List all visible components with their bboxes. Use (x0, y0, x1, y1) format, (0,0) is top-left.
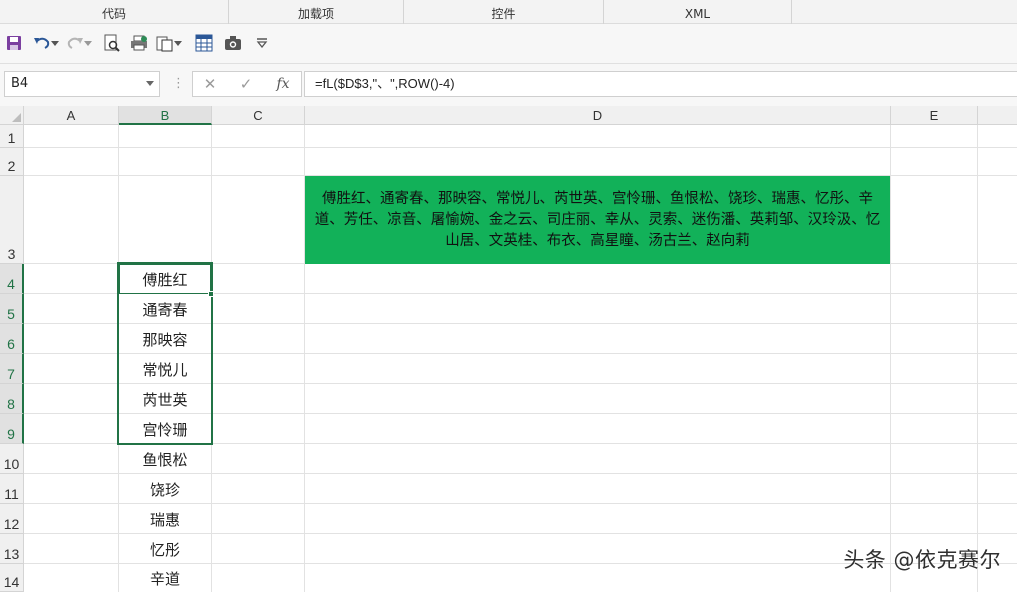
camera-icon[interactable] (222, 32, 244, 54)
cell-d3-text: 傅胜红、通寄春、那映容、常悦儿、芮世英、宫怜珊、鱼恨松、饶珍、瑞惠、忆彤、辛道、… (314, 190, 881, 249)
cell-b7[interactable]: 常悦儿 (119, 354, 211, 384)
redo-dropdown-icon[interactable] (83, 32, 93, 54)
row-header-1[interactable]: 1 (0, 125, 24, 148)
print-icon[interactable] (128, 32, 150, 54)
cell-b11[interactable]: 饶珍 (119, 474, 211, 504)
formula-bar-grip-icon: ⋮ (172, 76, 185, 91)
formula-input[interactable]: =fL($D$3,"、",ROW()-4) (304, 71, 1017, 97)
cell-b10[interactable]: 鱼恨松 (119, 444, 211, 474)
row-header-14[interactable]: 14 (0, 564, 24, 592)
print-preview-icon[interactable] (101, 32, 123, 54)
row-header-6[interactable]: 6 (0, 324, 24, 354)
worksheet-grid[interactable]: A B C D E 1 2 3 4 5 6 7 8 9 10 11 12 13 … (0, 106, 1017, 592)
ribbon-group-addins[interactable]: 加载项 (229, 0, 404, 24)
gridline (24, 147, 1017, 148)
row-header-9[interactable]: 9 (0, 414, 24, 444)
cell-b12[interactable]: 瑞惠 (119, 504, 211, 534)
cell-b6[interactable]: 那映容 (119, 324, 211, 354)
cell-b13[interactable]: 忆彤 (119, 534, 211, 564)
table-icon[interactable] (193, 32, 215, 54)
paste-dropdown-icon[interactable] (173, 32, 183, 54)
row-header-5[interactable]: 5 (0, 294, 24, 324)
cell-d3[interactable]: 傅胜红、通寄春、那映容、常悦儿、芮世英、宫怜珊、鱼恨松、饶珍、瑞惠、忆彤、辛道、… (305, 176, 890, 264)
row-header-2[interactable]: 2 (0, 148, 24, 176)
cell-b5[interactable]: 通寄春 (119, 294, 211, 324)
chevron-down-icon[interactable] (146, 81, 154, 86)
column-header-c[interactable]: C (212, 106, 305, 125)
watermark: 头条 @依克赛尔 (843, 548, 1001, 572)
row-header-8[interactable]: 8 (0, 384, 24, 414)
customize-toolbar-icon[interactable] (251, 32, 273, 54)
cell-b14[interactable]: 辛道 (119, 564, 211, 592)
cell-b9[interactable]: 宫怜珊 (119, 414, 211, 444)
column-header-e[interactable]: E (891, 106, 978, 125)
quick-access-toolbar (0, 24, 1017, 64)
name-box-value: B4 (11, 76, 29, 91)
ribbon-group-xml[interactable]: XML (604, 0, 792, 24)
column-header-a[interactable]: A (24, 106, 119, 125)
column-header-d[interactable]: D (305, 106, 891, 125)
row-header-4[interactable]: 4 (0, 264, 24, 294)
row-header-12[interactable]: 12 (0, 504, 24, 534)
column-header-f[interactable] (978, 106, 1017, 125)
row-header-10[interactable]: 10 (0, 444, 24, 474)
row-header-11[interactable]: 11 (0, 474, 24, 504)
ribbon-group-code[interactable]: 代码 (0, 0, 229, 24)
select-all-corner[interactable] (0, 106, 24, 125)
row-header-7[interactable]: 7 (0, 354, 24, 384)
ribbon-group-controls[interactable]: 控件 (404, 0, 604, 24)
row-header-3[interactable]: 3 (0, 176, 24, 264)
cell-b4[interactable]: 傅胜红 (119, 264, 211, 294)
cell-b8[interactable]: 芮世英 (119, 384, 211, 414)
enter-icon[interactable]: ✓ (229, 71, 263, 97)
save-icon[interactable] (3, 32, 25, 54)
undo-dropdown-icon[interactable] (50, 32, 60, 54)
column-header-b[interactable]: B (119, 106, 212, 125)
formula-bar: B4 ⋮ ✕ ✓ fx =fL($D$3,"、",ROW()-4) (0, 64, 1017, 106)
gridline (890, 125, 891, 592)
gridline (211, 125, 212, 592)
row-header-13[interactable]: 13 (0, 534, 24, 564)
cancel-icon[interactable]: ✕ (193, 71, 227, 97)
ribbon-group-bar: 代码 加载项 控件 XML (0, 0, 1017, 24)
select-all-triangle-icon (12, 113, 21, 122)
name-box[interactable]: B4 (4, 71, 160, 97)
gridline (977, 125, 978, 592)
insert-function-icon[interactable]: fx (266, 71, 300, 97)
fill-handle[interactable] (208, 291, 214, 297)
